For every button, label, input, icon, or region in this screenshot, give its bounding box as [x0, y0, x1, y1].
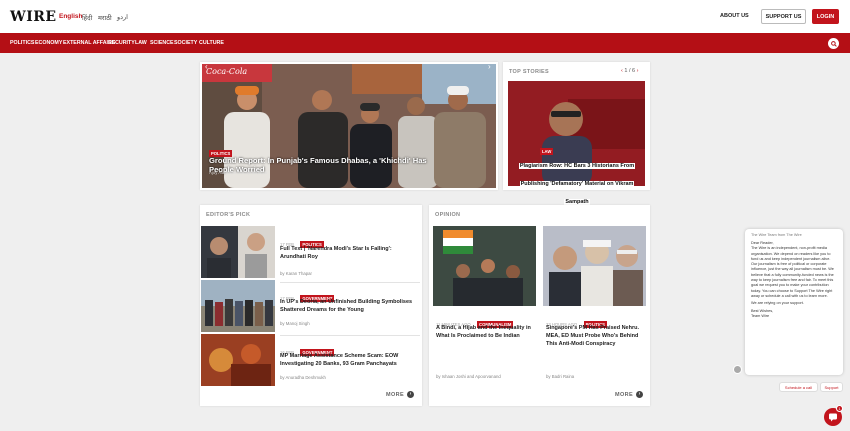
arrow-right-icon: › — [636, 391, 644, 398]
chat-agent-avatar — [733, 365, 742, 374]
chat-line-signoff: Team Wire — [751, 313, 770, 318]
main-nav: POLITICS ECONOMY EXTERNAL AFFAIRS SECURI… — [0, 33, 850, 53]
chat-sender: The Wire Team from The Wire — [751, 233, 802, 237]
pick-divider-1 — [280, 282, 420, 283]
nav-science[interactable]: SCIENCE — [150, 40, 174, 46]
pick-3-photo-illustration — [201, 334, 275, 386]
pick-2-byline: by Manoj Singh — [280, 321, 310, 326]
opinion-label: OPINION — [435, 212, 461, 218]
chat-message-body: Dear Reader, The Wire is an independent,… — [751, 241, 837, 319]
search-button[interactable] — [828, 38, 839, 49]
hero-card[interactable]: Coca-Cola ‹ › POLITICS Ground Report: In… — [200, 62, 498, 190]
chat-line-relying: We are relying on your support. — [751, 301, 804, 306]
top-story-headline[interactable]: Plagiarism Row: HC Bars 3 Historians Fro… — [518, 163, 636, 205]
login-button[interactable]: LOGIN — [812, 9, 839, 24]
hero-byline[interactable]: Ajoy Ashirwad Mahaprashasta — [209, 170, 267, 175]
pager-counter: 1 / 6 — [624, 68, 636, 74]
lang-english[interactable]: English — [59, 13, 82, 20]
nav-culture[interactable]: CULTURE — [199, 40, 224, 46]
chat-message-panel[interactable]: The Wire Team from The Wire Dear Reader,… — [745, 229, 843, 375]
carousel-prev-icon[interactable]: ‹ — [205, 62, 208, 71]
chat-unread-badge: 1 — [836, 405, 843, 412]
lang-marathi[interactable]: मराठी — [98, 13, 112, 22]
site-logo[interactable]: WIRE — [10, 9, 57, 25]
nav-security[interactable]: SECURITY — [108, 40, 135, 46]
opinion-1-photo-illustration — [433, 226, 536, 306]
top-header: WIRE English हिंदी मराठी اردو ABOUT US S… — [0, 0, 850, 33]
opinion-card: OPINION 11 MINUTES AGO COMMUNALISM A Bin… — [429, 205, 650, 406]
top-stories-label: TOP STORIES — [509, 69, 549, 75]
opinion-2-image[interactable] — [543, 226, 646, 306]
pick-3-byline: by Anuradha Deshmukh — [280, 375, 326, 380]
pick-1-author[interactable]: Karan Thapar — [286, 271, 312, 276]
opinion-2-title[interactable]: Singapore's PM Has Praised Nehru. MEA, E… — [546, 324, 646, 348]
search-icon — [830, 40, 837, 47]
opinion-1-title[interactable]: A Bindi, a Hijab and the Inequality in W… — [436, 324, 536, 340]
nav-economy[interactable]: ECONOMY — [35, 40, 62, 46]
editors-pick-more-label: MORE — [386, 391, 405, 398]
carousel-next-icon[interactable]: › — [488, 62, 491, 71]
nav-politics[interactable]: POLITICS — [10, 40, 34, 46]
editors-pick-more[interactable]: MORE › — [386, 391, 415, 398]
chat-line-appeal: The Wire is an independent, non-profit m… — [751, 246, 834, 298]
opinion-more[interactable]: MORE › — [615, 391, 644, 398]
arrow-right-icon: › — [407, 391, 415, 398]
pager-prev-icon[interactable]: ‹ — [621, 68, 623, 74]
opinion-1-byline: by Ishaan Joshi and Apoorvanand — [436, 374, 501, 379]
nav-law[interactable]: LAW — [135, 40, 147, 46]
lang-urdu[interactable]: اردو — [117, 13, 128, 21]
pager-next-icon[interactable]: › — [637, 68, 639, 74]
pick-divider-2 — [280, 335, 420, 336]
nav-society[interactable]: SOCIETY — [174, 40, 197, 46]
schedule-call-button[interactable]: Schedule a call — [779, 382, 818, 392]
opinion-1-author[interactable]: Ishaan Joshi and Apoorvanand — [442, 374, 501, 379]
opinion-2-photo-illustration — [543, 226, 646, 306]
editors-pick-card: EDITOR'S PICK 17 FEB POLITICS Full Text … — [200, 205, 422, 406]
about-us-link[interactable]: ABOUT US — [720, 13, 749, 19]
pick-3-image[interactable] — [201, 334, 275, 386]
pick-1-photo-illustration — [201, 226, 275, 278]
top-stories-pager: ‹ 1 / 6 › — [621, 68, 638, 74]
chat-support-button[interactable]: Support — [820, 382, 843, 392]
chat-bubble-icon — [829, 413, 837, 422]
editors-pick-label: EDITOR'S PICK — [206, 212, 251, 218]
pick-2-author[interactable]: Manoj Singh — [286, 321, 310, 326]
top-stories-card: TOP STORIES ‹ 1 / 6 › LAW Plagiarism Row… — [503, 62, 650, 205]
pick-1-image[interactable] — [201, 226, 275, 278]
hero-sign: Coca-Cola — [206, 67, 248, 76]
pick-2-title[interactable]: In UP's Deoria, an Unfinished Building S… — [280, 298, 416, 314]
pick-3-title[interactable]: MP Marriage Assistance Scheme Scam: EOW … — [280, 352, 416, 368]
lang-hindi[interactable]: हिंदी — [82, 13, 92, 22]
pick-1-title[interactable]: Full Text | 'Narendra Modi's Star Is Fal… — [280, 245, 416, 261]
opinion-1-image[interactable] — [433, 226, 536, 306]
pick-2-image[interactable] — [201, 280, 275, 332]
opinion-more-label: MORE — [615, 391, 634, 398]
pick-1-byline: by Karan Thapar — [280, 271, 312, 276]
top-story-headline-wrap: Plagiarism Row: HC Bars 3 Historians Fro… — [512, 154, 642, 208]
pick-2-photo-illustration — [201, 280, 275, 332]
opinion-2-author[interactable]: Badri Raina — [552, 374, 574, 379]
pick-3-author[interactable]: Anuradha Deshmukh — [286, 375, 326, 380]
opinion-2-byline: by Badri Raina — [546, 374, 575, 379]
support-us-button[interactable]: SUPPORT US — [761, 9, 806, 24]
